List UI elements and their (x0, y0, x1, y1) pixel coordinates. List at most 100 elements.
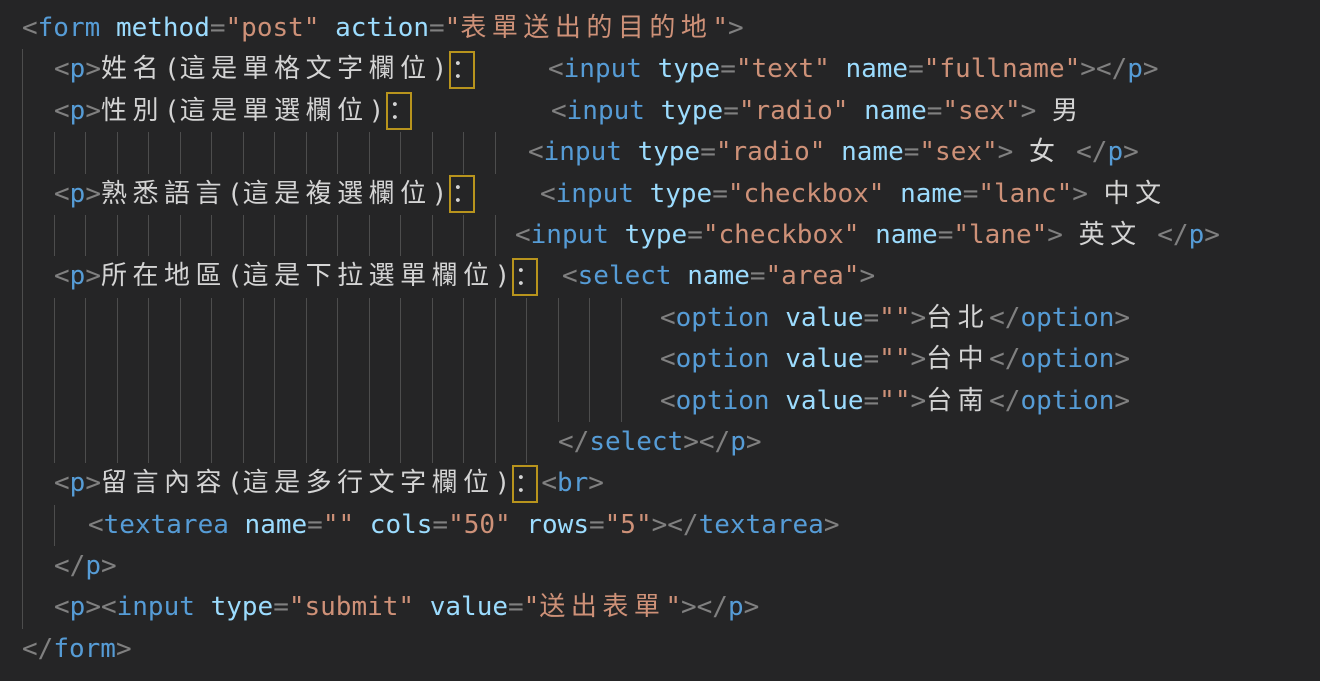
code-token: "lane" (953, 220, 1047, 250)
code-chunk: <select name="area"> (562, 256, 875, 297)
code-token: value (785, 344, 863, 374)
code-chunk: </select></p> (558, 422, 762, 463)
code-line-15: <p><input type="submit" value="送出表單"></p… (0, 587, 1320, 628)
code-token: p (70, 261, 86, 291)
indent-guide (495, 422, 496, 463)
code-token: option (676, 386, 770, 416)
indent-guide (54, 298, 55, 339)
code-token: 所在地區 (101, 261, 227, 291)
code-token: = (432, 510, 448, 540)
code-token: = (210, 13, 226, 43)
code-token: > (85, 468, 101, 498)
code-token: "" (879, 386, 910, 416)
code-token: 台中 (926, 344, 989, 374)
indent-guide (85, 215, 86, 256)
code-token: < (54, 96, 70, 126)
code-token: < (515, 220, 531, 250)
code-token: p (1189, 220, 1205, 250)
code-token: </ (1157, 220, 1188, 250)
code-line-13: <textarea name="" cols="50" rows="5"></t… (0, 505, 1320, 546)
code-token: "checkbox" (728, 179, 885, 209)
code-token: form (38, 13, 101, 43)
indent-guide (274, 215, 275, 256)
code-token (319, 13, 335, 43)
code-token: input (564, 54, 642, 84)
code-token: name (900, 179, 963, 209)
code-token: " (524, 592, 540, 622)
code-token: p (70, 96, 86, 126)
code-token: ) (432, 179, 448, 209)
code-token: = (908, 54, 924, 84)
indent-guide (337, 339, 338, 380)
code-token: </ (1076, 137, 1107, 167)
indent-guide (432, 381, 433, 422)
code-token: ( (164, 54, 180, 84)
code-token: type (661, 96, 724, 126)
code-token: > (85, 179, 101, 209)
code-token (634, 179, 650, 209)
code-token: </ (989, 303, 1020, 333)
indent-guide (117, 422, 118, 463)
code-token: "text" (736, 54, 830, 84)
unicode-highlight-box: ： (512, 465, 538, 503)
code-token: > (1047, 220, 1063, 250)
code-chunk: <option value="">台南</option> (660, 381, 1130, 422)
indent-guide (337, 298, 338, 339)
indent-guide (432, 339, 433, 380)
code-token: name (687, 261, 750, 291)
code-line-5: <p>熟悉語言(這是複選欄位)：<input type="checkbox" n… (0, 174, 1320, 215)
code-token: value (785, 386, 863, 416)
indent-guide (463, 132, 464, 173)
indent-guide (463, 339, 464, 380)
code-token: "" (879, 303, 910, 333)
indent-guide (337, 132, 338, 173)
indent-guide (432, 132, 433, 173)
code-token (354, 510, 370, 540)
indent-guide (211, 381, 212, 422)
indent-guide (495, 381, 496, 422)
indent-guide (243, 132, 244, 173)
code-token: > (744, 592, 760, 622)
code-token: name (245, 510, 308, 540)
code-token: 這是單格文字欄位 (180, 54, 432, 84)
indent-guide (85, 381, 86, 422)
indent-guide (243, 298, 244, 339)
code-token (414, 592, 430, 622)
indent-guide (22, 339, 23, 380)
indent-guide (463, 298, 464, 339)
indent-guide (22, 546, 23, 587)
code-token: > (1204, 220, 1220, 250)
indent-guide (589, 339, 590, 380)
code-token: < (54, 179, 70, 209)
code-token: br (557, 468, 588, 498)
code-token: > (116, 634, 132, 664)
indent-guide (85, 132, 86, 173)
code-line-10: <option value="">台南</option> (0, 381, 1320, 422)
code-token: " (665, 592, 681, 622)
code-token: 性別 (101, 96, 164, 126)
indent-guide (274, 381, 275, 422)
code-token: "post" (226, 13, 320, 43)
code-token: > (998, 137, 1014, 167)
indent-guide (463, 215, 464, 256)
code-token: > (1123, 137, 1139, 167)
code-token (848, 96, 864, 126)
code-token: type (211, 592, 274, 622)
code-token: method (116, 13, 210, 43)
indent-guide (495, 215, 496, 256)
code-token (770, 344, 786, 374)
code-token: > (1021, 96, 1037, 126)
indent-guide (211, 339, 212, 380)
indent-guide (180, 381, 181, 422)
code-token: > (85, 96, 101, 126)
code-token: ) (432, 54, 448, 84)
code-token: "sex" (942, 96, 1020, 126)
code-line-4: <input type="radio" name="sex"> 女 </p> (0, 132, 1320, 173)
code-token: = (700, 137, 716, 167)
code-token (1142, 220, 1158, 250)
indent-guide (621, 298, 622, 339)
indent-guide (306, 298, 307, 339)
code-editor[interactable]: <form method="post" action="表單送出的目的地"><p… (0, 8, 1320, 670)
indent-guide (400, 381, 401, 422)
indent-guide (148, 215, 149, 256)
